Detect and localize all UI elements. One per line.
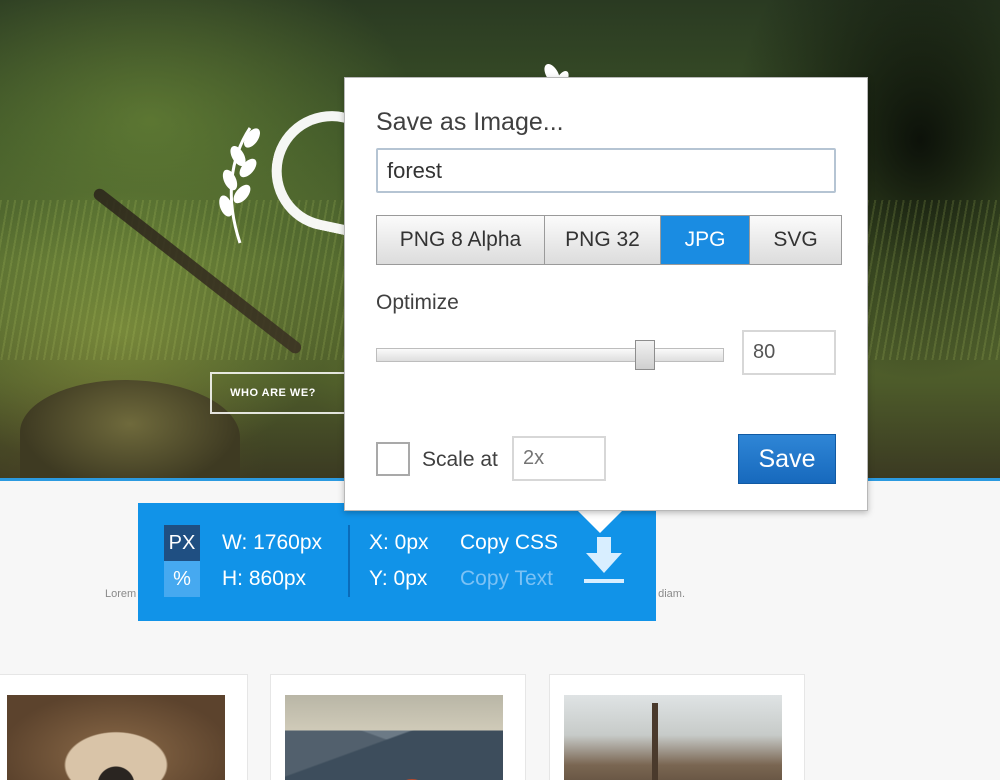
dialog-title: Save as Image... — [376, 108, 564, 136]
body-text-right: t diam. — [652, 588, 686, 600]
body-text-left: Lorem — [105, 588, 137, 600]
format-jpg-button[interactable]: JPG — [661, 216, 750, 264]
format-png8-alpha-button[interactable]: PNG 8 Alpha — [377, 216, 545, 264]
copy-css-button[interactable]: Copy CSS — [460, 531, 558, 555]
dialog-pointer — [576, 509, 624, 533]
optimize-slider-thumb[interactable] — [635, 340, 655, 370]
tree-photo — [564, 695, 782, 780]
download-icon[interactable] — [584, 537, 624, 585]
format-selector: PNG 8 Alpha PNG 32 JPG SVG — [376, 215, 842, 265]
y-readout: Y: 0px — [369, 567, 428, 590]
laurel-left-icon — [219, 127, 260, 244]
scale-checkbox[interactable] — [376, 442, 410, 476]
format-png32-button[interactable]: PNG 32 — [545, 216, 661, 264]
unit-px-toggle[interactable]: PX — [164, 525, 200, 561]
card-mountain[interactable] — [270, 674, 526, 780]
rock-decoration — [20, 380, 240, 478]
measure-divider — [348, 525, 350, 597]
bear-photo — [7, 695, 225, 780]
card-bear[interactable] — [0, 674, 248, 780]
filename-input[interactable] — [376, 148, 836, 193]
mountain-photo — [285, 695, 503, 780]
quality-input[interactable] — [742, 330, 836, 375]
unit-percent-toggle[interactable]: % — [164, 561, 200, 597]
scale-input[interactable] — [512, 436, 606, 481]
optimize-slider-track[interactable] — [376, 348, 724, 362]
card-tree[interactable] — [549, 674, 805, 780]
height-readout: H: 860px — [222, 567, 307, 590]
copy-text-button[interactable]: Copy Text — [460, 567, 553, 591]
save-image-dialog: Save as Image... PNG 8 Alpha PNG 32 JPG … — [344, 77, 868, 511]
x-readout: X: 0px — [369, 531, 429, 554]
format-svg-button[interactable]: SVG — [750, 216, 841, 264]
scale-label: Scale at — [422, 448, 498, 471]
who-are-we-button[interactable]: WHO ARE WE? — [210, 372, 350, 414]
save-button[interactable]: Save — [738, 434, 836, 484]
width-readout: W: 1760px — [222, 531, 323, 554]
optimize-label: Optimize — [376, 291, 459, 314]
